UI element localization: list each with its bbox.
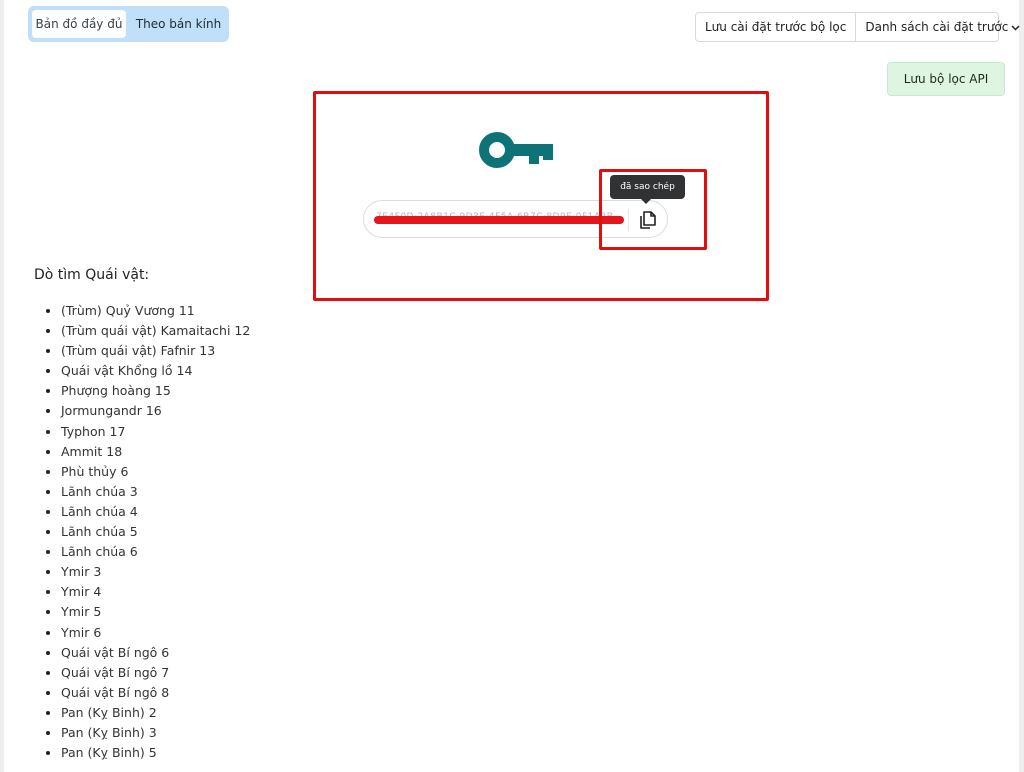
list-item: Quái vật Bí ngô 8 bbox=[61, 683, 250, 703]
list-item: (Trùm) Quỷ Vương 11 bbox=[61, 301, 250, 321]
chevron-down-icon bbox=[1011, 15, 1020, 43]
list-item: Ymir 6 bbox=[61, 623, 250, 643]
view-mode-tabs: Bản đồ đầy đủ Theo bán kính bbox=[28, 6, 229, 42]
list-item: Lãnh chúa 6 bbox=[61, 542, 250, 562]
list-item: Ymir 3 bbox=[61, 562, 250, 582]
list-item: Phù thủy 6 bbox=[61, 462, 250, 482]
list-item: Quái vật Khổng lồ 14 bbox=[61, 361, 250, 381]
list-item: Quái vật Bí ngô 6 bbox=[61, 643, 250, 663]
list-item: Pan (Kỵ Binh) 3 bbox=[61, 723, 250, 743]
list-item: (Trùm quái vật) Kamaitachi 12 bbox=[61, 321, 250, 341]
monster-section-title: Dò tìm Quái vật: bbox=[34, 267, 150, 283]
preset-controls: Lưu cài đặt trước bộ lọc Danh sách cài đ… bbox=[695, 12, 1020, 42]
list-item: Pan (Kỵ Binh) 5 bbox=[61, 743, 250, 763]
list-item: Ammit 18 bbox=[61, 442, 250, 462]
list-item: Jormungandr 16 bbox=[61, 401, 250, 421]
list-item: Ymir 4 bbox=[61, 582, 250, 602]
monster-list: (Trùm) Quỷ Vương 11(Trùm quái vật) Kamai… bbox=[20, 301, 250, 763]
list-item: Phượng hoàng 15 bbox=[61, 381, 250, 401]
preset-list-label: Danh sách cài đặt trước bbox=[865, 20, 1009, 34]
list-item: Lãnh chúa 5 bbox=[61, 522, 250, 542]
list-item: Lãnh chúa 3 bbox=[61, 482, 250, 502]
annotation-box-copy bbox=[599, 169, 707, 250]
list-item: Pan (Kỵ Binh) 2 bbox=[61, 703, 250, 723]
save-api-filter-button[interactable]: Lưu bộ lọc API bbox=[887, 62, 1005, 96]
tab-full-map[interactable]: Bản đồ đầy đủ bbox=[32, 10, 126, 38]
list-item: Lãnh chúa 4 bbox=[61, 502, 250, 522]
tab-by-radius[interactable]: Theo bán kính bbox=[130, 10, 227, 38]
list-item: Quái vật Bí ngô 7 bbox=[61, 663, 250, 683]
list-item: Typhon 17 bbox=[61, 422, 250, 442]
save-preset-button[interactable]: Lưu cài đặt trước bộ lọc bbox=[696, 13, 857, 41]
list-item: (Trùm quái vật) Fafnir 13 bbox=[61, 341, 250, 361]
list-item: Ymir 5 bbox=[61, 602, 250, 622]
preset-list-dropdown[interactable]: Danh sách cài đặt trước bbox=[856, 13, 1024, 41]
